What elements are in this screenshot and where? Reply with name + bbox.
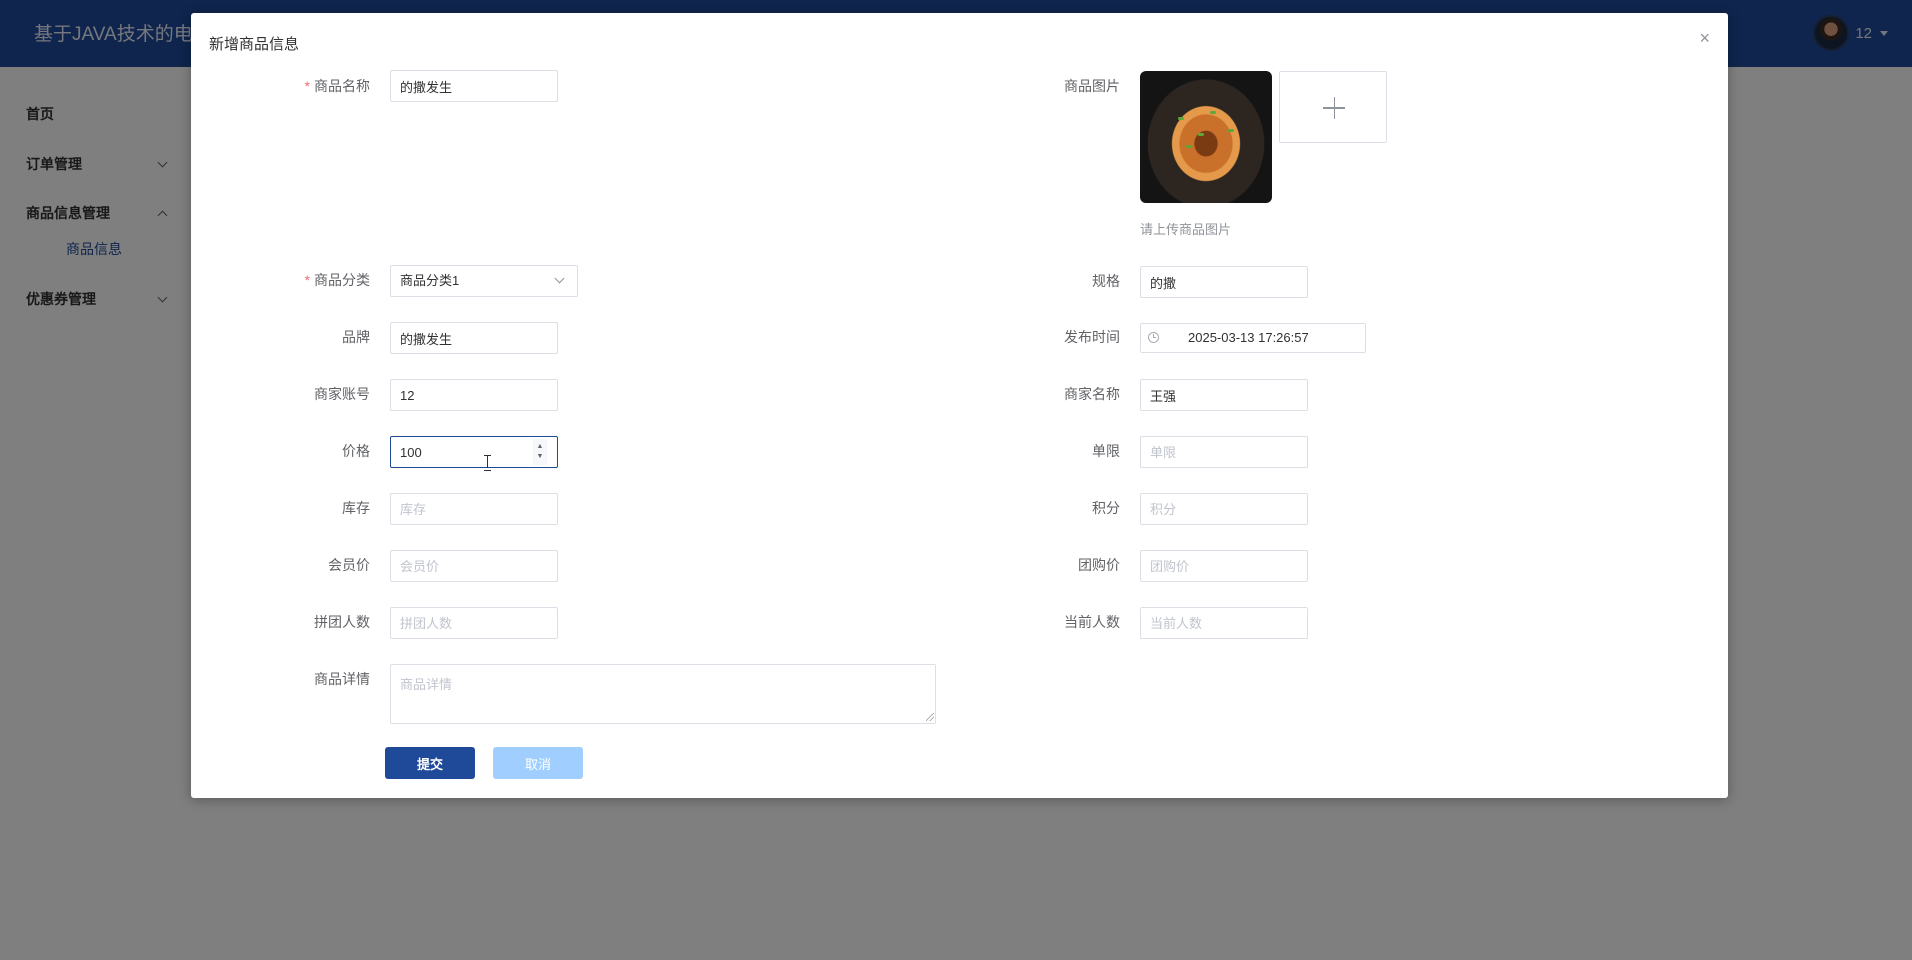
cancel-button[interactable]: 取消 xyxy=(493,747,583,779)
merchant-account-input[interactable] xyxy=(390,379,558,411)
text-cursor-icon xyxy=(484,455,492,471)
label-product-image: 商品图片 xyxy=(1064,78,1120,94)
label-detail: 商品详情 xyxy=(314,671,370,687)
label-price: 价格 xyxy=(342,443,370,459)
label-points: 积分 xyxy=(1092,500,1120,516)
label-stock: 库存 xyxy=(342,500,370,516)
label-brand: 品牌 xyxy=(342,329,370,345)
label-group-size: 拼团人数 xyxy=(314,614,370,630)
label-category: * 商品分类 xyxy=(304,272,370,288)
required-mark: * xyxy=(304,272,310,288)
add-product-dialog: 新增商品信息 × *商品名称 *商品分类 商品分类1 品牌 商家账号 价格 ▲▼… xyxy=(191,13,1728,798)
upload-tip: 请上传商品图片 xyxy=(1140,222,1232,237)
label-limit: 单限 xyxy=(1092,443,1120,459)
label-member-price: 会员价 xyxy=(328,557,370,573)
current-size-input[interactable] xyxy=(1140,607,1308,639)
group-size-input[interactable] xyxy=(390,607,558,639)
category-select[interactable]: 商品分类1 xyxy=(390,265,578,297)
limit-input[interactable] xyxy=(1140,436,1308,468)
publish-time-picker[interactable]: 2025-03-13 17:26:57 xyxy=(1140,323,1366,353)
detail-textarea[interactable] xyxy=(390,664,936,724)
label-spec: 规格 xyxy=(1092,273,1120,289)
merchant-name-input[interactable] xyxy=(1140,379,1308,411)
product-image-thumbnail[interactable] xyxy=(1140,71,1272,203)
submit-button[interactable]: 提交 xyxy=(385,747,475,779)
clock-icon xyxy=(1148,332,1159,343)
label-merchant-name: 商家名称 xyxy=(1064,386,1120,402)
upload-button[interactable] xyxy=(1279,71,1387,143)
category-select-value: 商品分类1 xyxy=(400,273,460,288)
label-product-name: * 商品名称 xyxy=(304,78,370,94)
publish-time-value: 2025-03-13 17:26:57 xyxy=(1188,330,1309,345)
label-merchant-account: 商家账号 xyxy=(314,386,370,402)
label-publish-time: 发布时间 xyxy=(1064,329,1120,345)
resize-handle-icon[interactable] xyxy=(926,713,934,721)
spec-input[interactable] xyxy=(1140,266,1308,298)
close-icon[interactable]: × xyxy=(1699,29,1710,47)
brand-input[interactable] xyxy=(390,322,558,354)
label-current-size: 当前人数 xyxy=(1064,614,1120,630)
label-group-price: 团购价 xyxy=(1078,557,1120,573)
number-stepper-icon[interactable]: ▲ ▼ xyxy=(533,439,547,465)
group-price-input[interactable] xyxy=(1140,550,1308,582)
points-input[interactable] xyxy=(1140,493,1308,525)
member-price-input[interactable] xyxy=(390,550,558,582)
product-name-input[interactable] xyxy=(390,70,558,102)
dialog-title: 新增商品信息 xyxy=(209,36,300,53)
required-mark: * xyxy=(304,78,310,94)
stock-input[interactable] xyxy=(390,493,558,525)
